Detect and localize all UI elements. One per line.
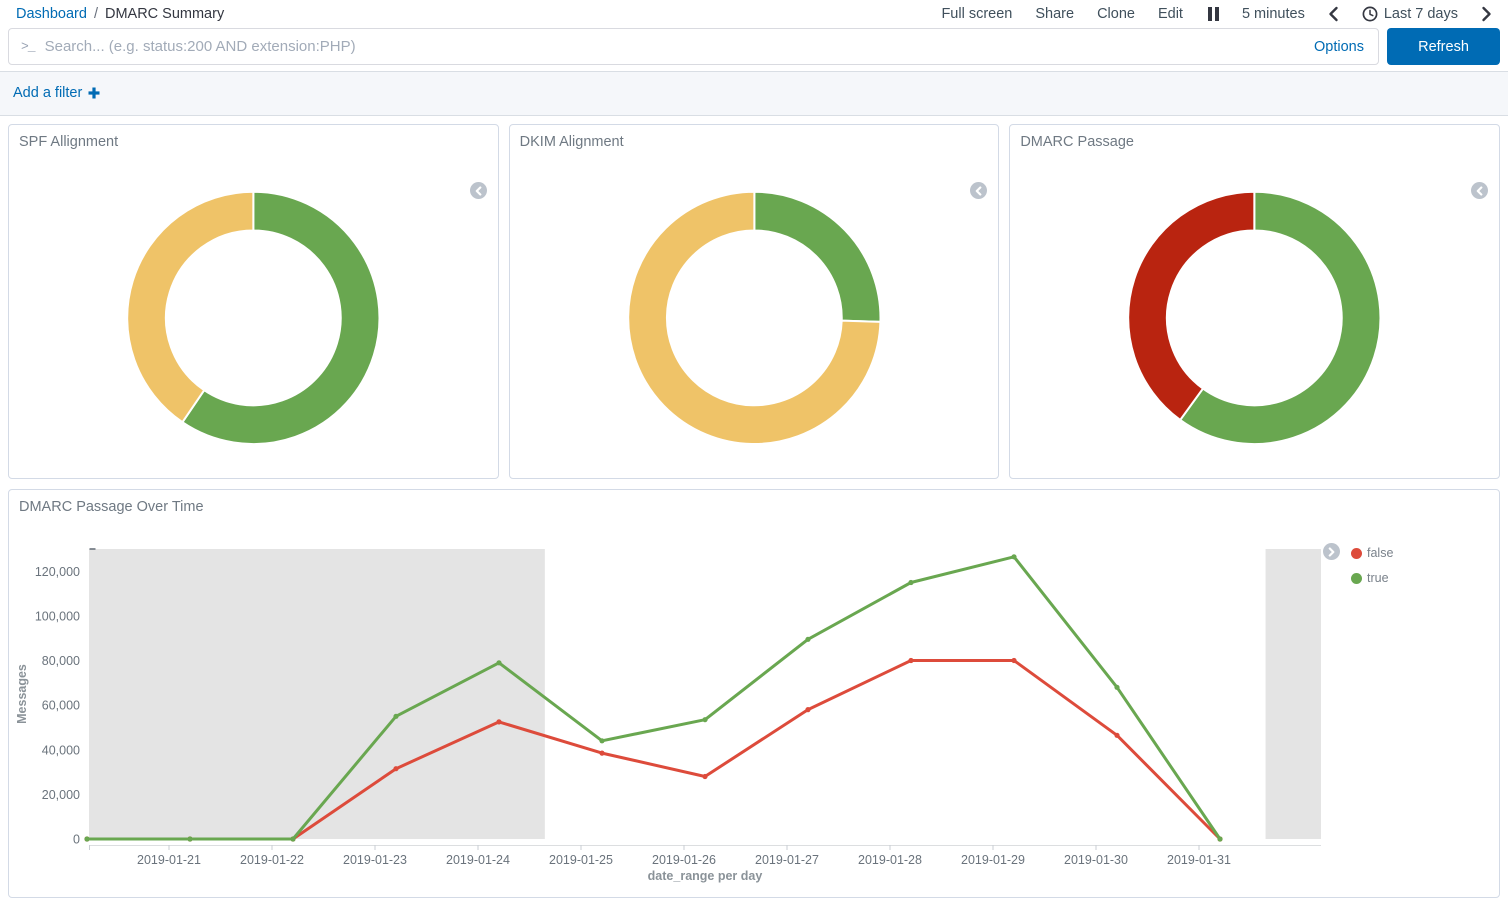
filter-bar: Add a filter bbox=[0, 71, 1508, 116]
legend-toggle-button[interactable] bbox=[1323, 543, 1340, 560]
timeline-chart: 2019-01-21 2019-01-22 2019-01-23 2019-01-24… bbox=[9, 490, 1499, 897]
add-filter-label: Add a filter bbox=[13, 85, 82, 101]
legend-dot-false bbox=[1351, 548, 1362, 559]
endzone bbox=[1266, 549, 1321, 839]
endzone bbox=[89, 549, 545, 839]
data-point-false[interactable] bbox=[599, 751, 604, 756]
x-tick-label: 2019-01-30 bbox=[1064, 853, 1128, 867]
spf-donut-chart bbox=[9, 125, 498, 478]
data-point-true[interactable] bbox=[1011, 554, 1016, 559]
data-point-true[interactable] bbox=[599, 738, 604, 743]
refresh-button[interactable]: Refresh bbox=[1387, 28, 1500, 65]
data-point-false[interactable] bbox=[805, 707, 810, 712]
x-tick-label: 2019-01-31 bbox=[1167, 853, 1231, 867]
data-point-true[interactable] bbox=[1217, 836, 1222, 841]
data-point-false[interactable] bbox=[1011, 658, 1016, 663]
y-tick-label: 60,000 bbox=[42, 699, 80, 713]
y-tick-label: 40,000 bbox=[42, 743, 80, 757]
panel-dmarc-passage: DMARC Passage bbox=[1009, 124, 1500, 479]
clone-menu-item[interactable]: Clone bbox=[1097, 6, 1135, 22]
data-point-false[interactable] bbox=[393, 766, 398, 771]
panel-spf-alignment: SPF Allignment bbox=[8, 124, 499, 479]
x-axis-title: date_range per day bbox=[648, 869, 763, 883]
pause-icon bbox=[1208, 7, 1212, 21]
data-point-false[interactable] bbox=[702, 774, 707, 779]
share-menu-item[interactable]: Share bbox=[1035, 6, 1074, 22]
data-point-true[interactable] bbox=[702, 717, 707, 722]
data-point-true[interactable] bbox=[908, 580, 913, 585]
add-filter-link[interactable]: Add a filter bbox=[13, 85, 100, 101]
x-tick-label: 2019-01-22 bbox=[240, 853, 304, 867]
pause-button[interactable] bbox=[1208, 7, 1219, 21]
chrome-header: Dashboard / DMARC Summary Full screen Sh… bbox=[0, 0, 1508, 26]
y-tick-label: 0 bbox=[73, 833, 80, 847]
chevron-left-icon bbox=[1328, 6, 1339, 22]
time-forward-button[interactable] bbox=[1481, 6, 1492, 22]
x-tick-label: 2019-01-28 bbox=[858, 853, 922, 867]
search-input[interactable] bbox=[45, 38, 1314, 55]
options-link[interactable]: Options bbox=[1314, 39, 1364, 55]
legend-label: true bbox=[1367, 571, 1389, 585]
breadcrumb-current: DMARC Summary bbox=[105, 6, 224, 22]
chevron-right-icon bbox=[1481, 6, 1492, 22]
legend-label: false bbox=[1367, 546, 1393, 560]
y-tick-label: 100,000 bbox=[35, 609, 80, 623]
dashboard: SPF Allignment DKIM Alignment DMARC Pass… bbox=[0, 116, 1508, 906]
y-tick-label: 80,000 bbox=[42, 654, 80, 668]
panel-dmarc-passage-over-time: DMARC Passage Over Time 2019-01-212019-0… bbox=[8, 489, 1500, 898]
x-tick-label: 2019-01-25 bbox=[549, 853, 613, 867]
legend-dot-true bbox=[1351, 573, 1362, 584]
clock-icon bbox=[1362, 6, 1378, 22]
query-bar: >_ Options Refresh bbox=[0, 26, 1508, 71]
data-point-true[interactable] bbox=[1114, 685, 1119, 690]
breadcrumb-dashboard-link[interactable]: Dashboard bbox=[16, 6, 87, 22]
data-point-true[interactable] bbox=[290, 836, 295, 841]
breadcrumb: Dashboard / DMARC Summary bbox=[16, 6, 224, 22]
data-point-true[interactable] bbox=[496, 660, 501, 665]
data-point-false[interactable] bbox=[496, 719, 501, 724]
legend-item-false[interactable]: false bbox=[1351, 546, 1393, 560]
data-point-false[interactable] bbox=[1114, 733, 1119, 738]
refresh-interval-button[interactable]: 5 minutes bbox=[1242, 6, 1305, 22]
plus-icon bbox=[88, 87, 100, 99]
x-tick-label: 2019-01-29 bbox=[961, 853, 1025, 867]
edit-menu-item[interactable]: Edit bbox=[1158, 6, 1183, 22]
y-axis-title: Messages bbox=[15, 664, 29, 724]
time-range-label: Last 7 days bbox=[1384, 6, 1458, 22]
data-point-false[interactable] bbox=[908, 658, 913, 663]
x-tick-label: 2019-01-27 bbox=[755, 853, 819, 867]
breadcrumb-separator: / bbox=[94, 6, 98, 22]
x-tick-label: 2019-01-26 bbox=[652, 853, 716, 867]
data-point-true[interactable] bbox=[393, 714, 398, 719]
x-tick-label: 2019-01-21 bbox=[137, 853, 201, 867]
legend-item-true[interactable]: true bbox=[1351, 571, 1393, 585]
donut-row: SPF Allignment DKIM Alignment DMARC Pass… bbox=[8, 124, 1500, 479]
chart-legend: false true bbox=[1351, 546, 1393, 585]
time-picker-button[interactable]: Last 7 days bbox=[1362, 6, 1458, 22]
top-menu: Full screen Share Clone Edit 5 minutes L… bbox=[941, 6, 1492, 22]
console-prompt-icon: >_ bbox=[21, 39, 35, 54]
data-point-true[interactable] bbox=[84, 836, 89, 841]
dkim-donut-chart bbox=[510, 125, 999, 478]
y-tick-label: 20,000 bbox=[42, 788, 80, 802]
donut-segment-red[interactable] bbox=[1129, 192, 1255, 420]
search-box: >_ Options bbox=[8, 28, 1379, 65]
data-point-true[interactable] bbox=[187, 836, 192, 841]
fullscreen-menu-item[interactable]: Full screen bbox=[941, 6, 1012, 22]
data-point-true[interactable] bbox=[805, 637, 810, 642]
donut-segment-green[interactable] bbox=[754, 192, 880, 322]
x-tick-label: 2019-01-23 bbox=[343, 853, 407, 867]
panel-dkim-alignment: DKIM Alignment bbox=[509, 124, 1000, 479]
x-tick-label: 2019-01-24 bbox=[446, 853, 510, 867]
donut-segment-yellow[interactable] bbox=[127, 192, 253, 422]
dmarc-donut-chart bbox=[1010, 125, 1499, 478]
chevron-right-icon bbox=[1327, 547, 1336, 557]
y-tick-label: 120,000 bbox=[35, 565, 80, 579]
time-back-button[interactable] bbox=[1328, 6, 1339, 22]
